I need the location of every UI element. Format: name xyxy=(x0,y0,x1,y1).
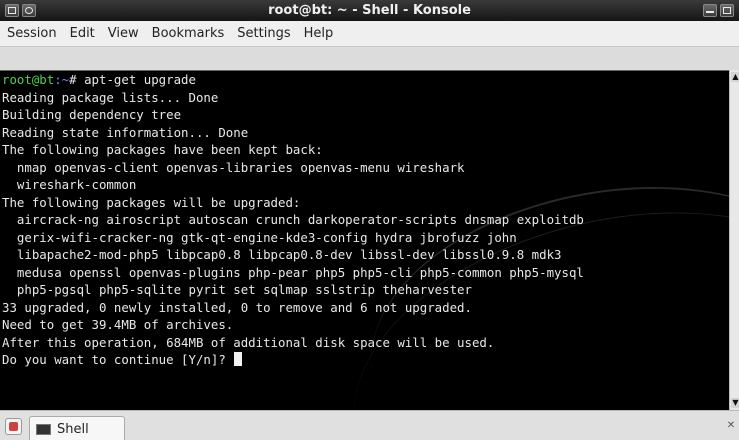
scroll-up-icon[interactable]: ▲ xyxy=(731,72,739,82)
menu-settings[interactable]: Settings xyxy=(237,26,290,41)
menu-session[interactable]: Session xyxy=(7,26,57,41)
terminal-line: Reading package lists... Done xyxy=(2,89,219,105)
window-title: root@bt: ~ - Shell - Konsole xyxy=(268,3,471,18)
terminal-line: medusa openssl openvas-plugins php-pear … xyxy=(2,264,584,280)
final-prompt-line: Do you want to continue [Y/n]? xyxy=(0,351,729,369)
tab-shell[interactable]: Shell xyxy=(29,416,125,440)
terminal-line: The following packages will be upgraded: xyxy=(2,194,301,210)
terminal-line: 33 upgraded, 0 newly installed, 0 to rem… xyxy=(2,299,472,315)
tab-bar: Shell ✕ xyxy=(0,410,739,440)
command-line: root@bt:~# apt-get upgrade xyxy=(0,71,729,89)
terminal-cursor xyxy=(234,352,243,366)
terminal-line: wireshark-common xyxy=(2,177,137,192)
prompt-user: root@bt xyxy=(2,72,55,87)
terminal-line: aircrack-ng airoscript autoscan crunch d… xyxy=(2,212,584,227)
terminal-line: libapache2-mod-php5 libpcap0.8 libpcap0.… xyxy=(2,247,562,262)
maximize-icon xyxy=(723,7,731,14)
menu-bar: Session Edit View Bookmarks Settings Hel… xyxy=(0,21,739,47)
new-tab-icon xyxy=(9,422,18,431)
minimize-button[interactable] xyxy=(703,4,717,17)
terminal-line: nmap openvas-client openvas-libraries op… xyxy=(2,159,465,175)
menu-help[interactable]: Help xyxy=(304,26,334,41)
command-text: apt-get upgrade xyxy=(76,72,196,87)
menu-bookmarks[interactable]: Bookmarks xyxy=(152,26,225,41)
terminal-line: After this operation, 684MB of additiona… xyxy=(2,334,495,350)
terminal-line: php5-pgsql php5-sqlite pyrit set sqlmap … xyxy=(2,282,472,297)
minimize-icon xyxy=(706,7,714,13)
terminal-icon xyxy=(36,423,51,435)
maximize-button[interactable] xyxy=(720,4,734,17)
prompt-path: :~ xyxy=(54,72,70,87)
menu-view[interactable]: View xyxy=(108,26,139,41)
menu-edit[interactable]: Edit xyxy=(70,26,95,41)
terminal-output[interactable]: root@bt:~# apt-get upgrade Reading packa… xyxy=(0,70,729,410)
title-bar: root@bt: ~ - Shell - Konsole xyxy=(0,0,739,21)
terminal-scrollbar[interactable]: ▲ ▼ xyxy=(729,70,739,410)
close-tab-icon[interactable]: ✕ xyxy=(725,419,737,433)
tab-label: Shell xyxy=(57,421,89,437)
prompt-symbol: # xyxy=(69,72,77,87)
new-tab-button[interactable] xyxy=(5,418,22,435)
terminal-line: Need to get 39.4MB of archives. xyxy=(2,317,234,332)
terminal-line: The following packages have been kept ba… xyxy=(2,142,323,157)
terminal-line: Building dependency tree xyxy=(2,107,182,122)
terminal-line: gerix-wifi-cracker-ng gtk-qt-engine-kde3… xyxy=(2,229,517,245)
continue-prompt: Do you want to continue [Y/n]? xyxy=(2,352,234,367)
terminal-line: Reading state information... Done xyxy=(2,124,249,140)
scroll-down-icon[interactable]: ▼ xyxy=(731,398,739,408)
